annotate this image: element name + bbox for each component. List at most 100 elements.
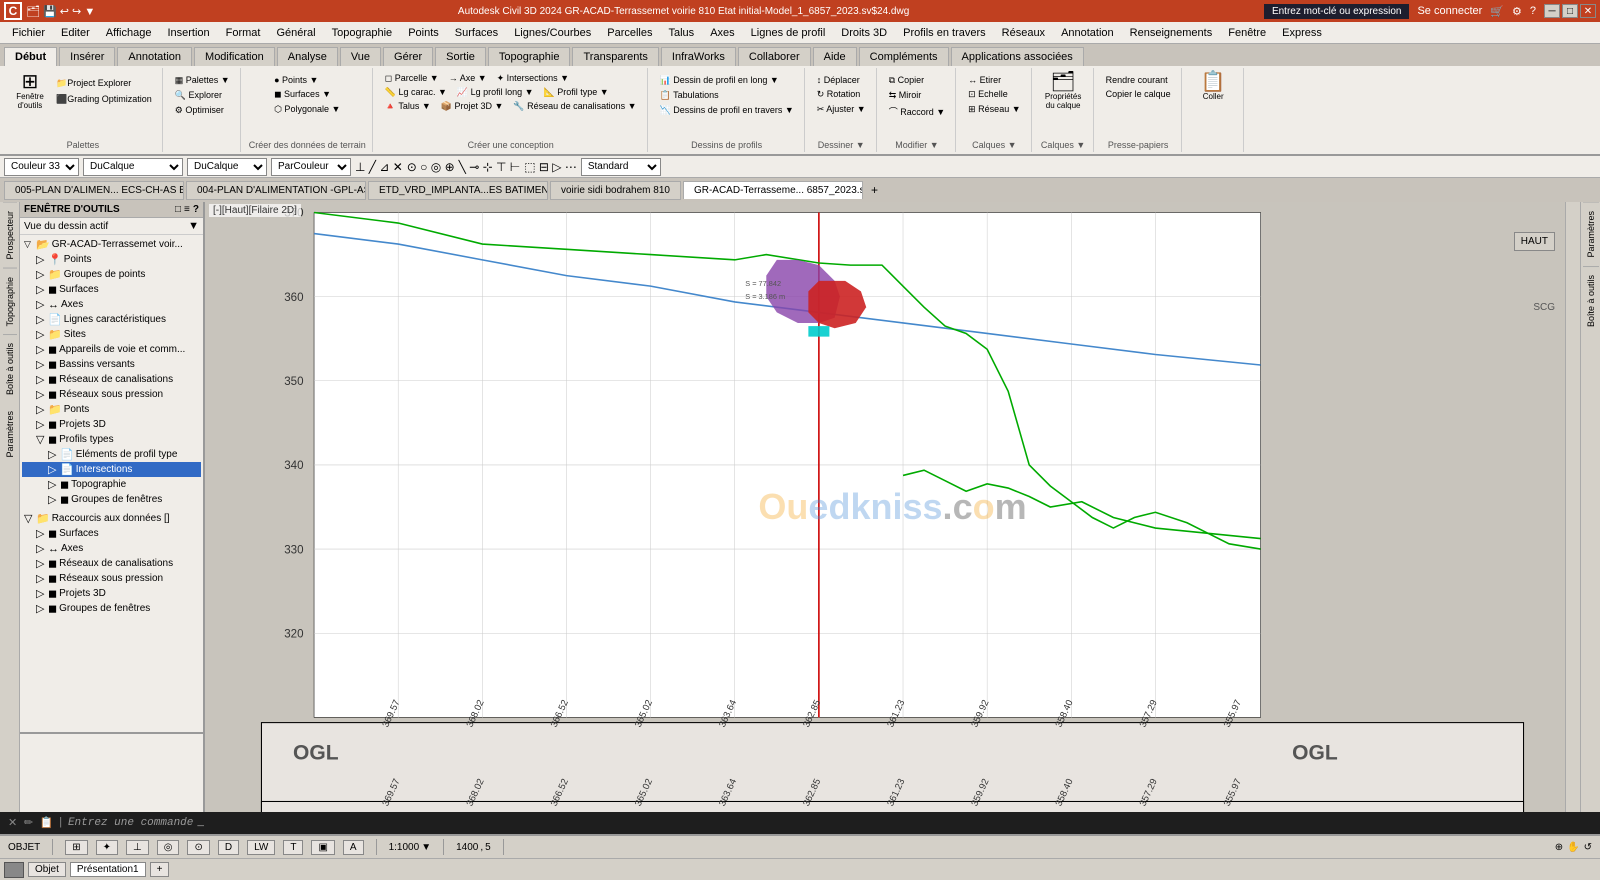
tree-expand-points[interactable]: ▷ [36, 253, 48, 266]
ribbon-btn-palettes[interactable]: ▦ Palettes ▼ [171, 74, 234, 87]
sel-btn[interactable]: ▣ [311, 840, 334, 855]
panel-help-btn[interactable]: ? [193, 204, 199, 215]
ribbon-btn-reseau[interactable]: ⊞ Réseau ▼ [964, 103, 1024, 116]
menu-insertion[interactable]: Insertion [159, 25, 217, 41]
ribbon-btn-etirer[interactable]: ↔ Etirer [964, 74, 1024, 86]
scale-dropdown[interactable]: ▼ [421, 842, 431, 853]
tree-expand-profils[interactable]: ▽ [36, 433, 48, 446]
snap-btn[interactable]: ✦ [96, 840, 118, 855]
doc-tab-1[interactable]: 005-PLAN D'ALIMEN... ECS-CH-AS BUILT [4, 181, 184, 200]
tree-expand-bassins[interactable]: ▷ [36, 358, 48, 371]
tree-expand-elements[interactable]: ▷ [48, 448, 60, 461]
tree-expand-groupes-fen[interactable]: ▷ [48, 493, 60, 506]
ribbon-btn-copier[interactable]: ⧉ Copier [885, 74, 949, 87]
ribbon-btn-talus[interactable]: 🔺 Talus ▼ [381, 100, 435, 113]
ribbon-btn-dessin-profil[interactable]: 📊 Dessin de profil en long ▼ [656, 74, 798, 87]
tree-item-groupes-points[interactable]: ▷ 📁 Groupes de points [22, 267, 201, 282]
tree-item-ponts[interactable]: ▷ 📁 Ponts [22, 402, 201, 417]
ribbon-btn-ajuster[interactable]: ✂ Ajuster ▼ [813, 103, 870, 116]
color-select[interactable]: Couleur 33 [4, 158, 79, 176]
cart-icon[interactable]: 🛒 [1490, 5, 1504, 18]
ribbon-btn-reseau-cana[interactable]: 🔧 Réseau de canalisations ▼ [509, 100, 640, 113]
objet-tab[interactable]: Objet [28, 862, 66, 877]
tab-annotation[interactable]: Annotation [117, 47, 192, 66]
ribbon-btn-lg-profil[interactable]: 📈 Lg profil long ▼ [453, 86, 538, 99]
prospecteur-tab[interactable]: Prospecteur [3, 202, 17, 268]
menu-affichage[interactable]: Affichage [98, 25, 160, 41]
tab-infraworks[interactable]: InfraWorks [661, 47, 736, 66]
ribbon-btn-grading[interactable]: ⬛ Grading Optimization [52, 92, 156, 107]
menu-lignes-courbes[interactable]: Lignes/Courbes [506, 25, 599, 41]
connect-label[interactable]: Se connecter [1417, 5, 1482, 17]
standard-select[interactable]: Standard [581, 158, 661, 176]
ribbon-btn-raccord[interactable]: ⌒ Raccord ▼ [885, 104, 949, 119]
parametres-tab[interactable]: Paramètres [3, 403, 17, 466]
tab-complements[interactable]: Compléments [859, 47, 949, 66]
ribbon-btn-copier-calque[interactable]: Copier le calque [1102, 88, 1175, 100]
linetype1-select[interactable]: DuCalque [83, 158, 183, 176]
tree-item-surfaces2[interactable]: ▷ ◼ Surfaces [22, 526, 201, 541]
ribbon-btn-echelle[interactable]: ⊡ Echelle [964, 88, 1024, 101]
tree-expand-appareils[interactable]: ▷ [36, 343, 48, 356]
ribbon-btn-axe[interactable]: → Axe ▼ [445, 72, 491, 85]
tree-item-elements-profil[interactable]: ▷ 📄 Eléments de profil type [22, 447, 201, 462]
tab-gerer[interactable]: Gérer [383, 47, 433, 66]
tree-item-axes[interactable]: ▷ ↔ Axes [22, 297, 201, 312]
menu-reseaux[interactable]: Réseaux [994, 25, 1053, 41]
tree-expand-sites[interactable]: ▷ [36, 328, 48, 341]
annot-btn[interactable]: A [343, 840, 364, 855]
ribbon-btn-proprietes-calque[interactable]: 🗂 Propriétésdu calque [1041, 70, 1085, 112]
menu-format[interactable]: Format [218, 25, 269, 41]
tree-item-topographie[interactable]: ▷ ◼ Topographie [22, 477, 201, 492]
linetype2-select[interactable]: DuCalque [187, 158, 267, 176]
isnap-btn[interactable]: ⊙ [187, 840, 209, 855]
tree-expand-groupes[interactable]: ▷ [36, 268, 48, 281]
tree-expand-axes2[interactable]: ▷ [36, 542, 48, 555]
ribbon-btn-surfaces[interactable]: ◼ Surfaces ▼ [270, 88, 344, 101]
tree-expand-topo[interactable]: ▷ [48, 478, 60, 491]
panel-menu-btn[interactable]: ≡ [184, 204, 190, 215]
tree-item-reseaux-pression[interactable]: ▷ ◼ Réseaux sous pression [22, 387, 201, 402]
presentation1-tab[interactable]: Présentation1 [70, 862, 146, 877]
viewport[interactable]: [-][Haut][Filaire 2D] HAUT SCG [205, 202, 1580, 812]
tree-item-lignes[interactable]: ▷ 📄 Lignes caractéristiques [22, 312, 201, 327]
pan-icon[interactable]: ✋ [1567, 842, 1579, 853]
tree-item-raccourcis[interactable]: ▽ 📁 Raccourcis aux données [] [22, 511, 201, 526]
menu-fichier[interactable]: Fichier [4, 25, 53, 41]
tree-expand-rc2[interactable]: ▷ [36, 557, 48, 570]
tree-item-axes2[interactable]: ▷ ↔ Axes [22, 541, 201, 556]
tree-expand-ponts[interactable]: ▷ [36, 403, 48, 416]
view-dropdown-icon[interactable]: ▼ [188, 220, 199, 232]
boite-a-outils-tab[interactable]: Boîte à outils [3, 334, 17, 403]
tree-item-sites[interactable]: ▷ 📁 Sites [22, 327, 201, 342]
ribbon-btn-intersections[interactable]: ✦ Intersections ▼ [493, 72, 573, 85]
ribbon-btn-projet3d[interactable]: 📦 Projet 3D ▼ [437, 100, 508, 113]
tab-topographie[interactable]: Topographie [488, 47, 571, 66]
tree-expand-raccourcis[interactable]: ▽ [24, 512, 36, 525]
tab-inserer[interactable]: Insérer [59, 47, 115, 66]
dyn-btn[interactable]: D [218, 840, 239, 855]
add-tab-btn[interactable]: + [865, 180, 884, 200]
ribbon-btn-parcelle[interactable]: ◻ Parcelle ▼ [381, 72, 443, 85]
ribbon-btn-miroir[interactable]: ⇆ Miroir [885, 89, 949, 102]
tree-expand-gf2[interactable]: ▷ [36, 602, 48, 615]
tree-root[interactable]: ▽ 📂 GR-ACAD-Terrassemet voir... [22, 237, 201, 252]
cmdline-icons[interactable]: ✕ ✏ 📋 [8, 816, 53, 830]
tree-item-reseaux-cana[interactable]: ▷ ◼ Réseaux de canalisations [22, 372, 201, 387]
tree-expand-surfaces2[interactable]: ▷ [36, 527, 48, 540]
menu-annotation[interactable]: Annotation [1053, 25, 1122, 41]
right-tab-1[interactable]: Paramètres [1583, 202, 1599, 266]
ribbon-btn-deplacer[interactable]: ↕ Déplacer [813, 74, 870, 86]
menu-talus[interactable]: Talus [661, 25, 703, 41]
menu-express[interactable]: Express [1274, 25, 1330, 41]
topographie-tab[interactable]: Topographie [3, 268, 17, 335]
ribbon-btn-optimiser[interactable]: ⚙ Optimiser [171, 104, 234, 117]
menu-axes[interactable]: Axes [702, 25, 742, 41]
search-box[interactable]: Entrez mot-clé ou expression [1264, 4, 1410, 19]
menu-profils-travers[interactable]: Profils en travers [895, 25, 994, 41]
ribbon-btn-project-explorer[interactable]: 📁 Project Explorer [52, 76, 156, 91]
tree-expand-lignes[interactable]: ▷ [36, 313, 48, 326]
tab-sortie[interactable]: Sortie [435, 47, 486, 66]
polar-btn[interactable]: ◎ [157, 840, 180, 855]
tab-debut[interactable]: Début [4, 47, 57, 66]
